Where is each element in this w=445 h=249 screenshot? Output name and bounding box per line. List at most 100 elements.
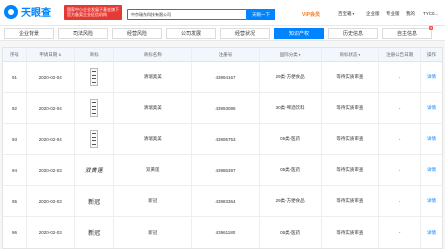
trademark-image[interactable]: 新冠 <box>84 191 104 211</box>
cell-status: 等待实质审查 <box>322 62 380 92</box>
cell-date: 2020-02-03 <box>27 186 75 216</box>
search-box[interactable] <box>127 9 247 20</box>
cell-reg-no: 43994167 <box>192 62 260 92</box>
eye-logo-icon <box>4 4 18 19</box>
cell-pub-date: - <box>379 124 422 154</box>
cell-status: 等待实质审查 <box>322 155 380 185</box>
cell-date: 2020-02-04 <box>27 124 75 154</box>
cell-name: 双黄莲 <box>114 155 193 185</box>
col-header: 注册号 <box>192 48 260 61</box>
cell-index: 95 <box>3 186 27 216</box>
table-row: 92 2020-02-04 清瑞奥美 43993088 30类-啤酒饮料 等待实质审查 - 详… <box>3 93 442 124</box>
section-tabs: 企业背景 司法风险 经营风险 公司发展 经营状况 知识产权 历史信息 自主信息 8 <box>0 26 445 41</box>
cell-class: 29类-方便食品 <box>260 186 322 216</box>
top-header: 天眼查 国家中小企业发展子基金旗下 官方备案企业征信机构 天眼一下 VIP会员 … <box>0 0 445 26</box>
table-header: 序号 申请日期 ⇅ 商标 商标名称 注册号 国际分类 ▾ 商标状态 ▾ 注册公告日期 … <box>3 48 442 62</box>
trademark-image[interactable]: 双黄莲 <box>84 160 104 180</box>
gov-badge: 国家中小企业发展子基金旗下 官方备案企业征信机构 <box>64 5 122 20</box>
chevron-down-icon: ▾ <box>352 12 355 16</box>
tab-development[interactable]: 公司发展 <box>166 28 216 39</box>
table-row: 93 2020-02-04 清瑞奥美 43995753 05类-医药 等待实质审查 - 详情 <box>3 124 442 155</box>
cell-pub-date: - <box>379 155 422 185</box>
nav-pro[interactable]: 专业版 <box>386 11 400 17</box>
cell-status: 等待实质审查 <box>322 186 380 216</box>
search-button[interactable]: 天眼一下 <box>247 9 275 20</box>
detail-link[interactable]: 详情 <box>421 155 442 185</box>
cell-mark <box>75 62 115 92</box>
cell-pub-date: - <box>379 217 422 248</box>
site-logo[interactable]: 天眼查 <box>4 4 51 19</box>
cell-status: 等待实质审查 <box>322 124 380 154</box>
tab-judicial-risk[interactable]: 司法风险 <box>58 28 108 39</box>
nav-mine[interactable]: 我的 <box>406 11 415 17</box>
table-row: 91 2020-02-04 清瑞奥美 43994167 29类-方便食品 等待实质审查 - 详… <box>3 62 442 93</box>
cell-reg-no: 43993088 <box>192 93 260 123</box>
cell-name: 清瑞奥美 <box>114 62 193 92</box>
cell-index: 96 <box>3 217 27 248</box>
cell-name: 清瑞奥美 <box>114 124 193 154</box>
col-header[interactable]: 申请日期 ⇅ <box>27 48 75 61</box>
col-header: 商标 <box>75 48 115 61</box>
cell-date: 2020-02-03 <box>27 217 75 248</box>
cell-mark: 双黄莲 <box>75 155 115 185</box>
col-header: 商标名称 <box>114 48 193 61</box>
tab-ip[interactable]: 知识产权 <box>274 28 324 39</box>
cell-class: 05类-医药 <box>260 124 322 154</box>
cell-index: 93 <box>3 124 27 154</box>
cell-date: 2020-02-03 <box>27 155 75 185</box>
sort-icon: ⇅ <box>58 52 62 57</box>
col-header: 注册公告日期 <box>379 48 422 61</box>
cell-mark: 新冠 <box>75 186 115 216</box>
cell-mark: 新冠 <box>75 217 115 248</box>
nav-tools[interactable]: 百宝箱 ▾ <box>338 11 354 17</box>
search-input[interactable] <box>128 10 246 19</box>
cell-index: 92 <box>3 93 27 123</box>
col-header: 序号 <box>3 48 27 61</box>
cell-name: 清瑞奥美 <box>114 93 193 123</box>
table-row: 96 2020-02-03 新冠 新冠 43961180 05类-医药 等待实质审查 - 详情 <box>3 217 442 248</box>
cell-mark <box>75 124 115 154</box>
tab-background[interactable]: 企业背景 <box>4 28 54 39</box>
chevron-down-icon: ▾ <box>298 52 301 57</box>
detail-link[interactable]: 详情 <box>421 186 442 216</box>
cell-index: 94 <box>3 155 27 185</box>
col-header[interactable]: 商标状态 ▾ <box>322 48 380 61</box>
logo-text: 天眼查 <box>21 8 51 19</box>
detail-link[interactable]: 详情 <box>421 62 442 92</box>
detail-link[interactable]: 详情 <box>421 124 442 154</box>
tab-operating-risk[interactable]: 经营风险 <box>112 28 162 39</box>
vip-link[interactable]: VIP会员 <box>302 11 320 18</box>
tab-operations[interactable]: 经营状况 <box>220 28 270 39</box>
nav-enterprise[interactable]: 企业版 <box>366 11 380 17</box>
cell-reg-no: 43961180 <box>192 217 260 248</box>
cell-class: 30类-啤酒饮料 <box>260 93 322 123</box>
cell-pub-date: - <box>379 93 422 123</box>
detail-link[interactable]: 详情 <box>421 93 442 123</box>
trademark-table: 序号 申请日期 ⇅ 商标 商标名称 注册号 国际分类 ▾ 商标状态 ▾ 注册公告日期 … <box>2 47 443 249</box>
cell-date: 2020-02-04 <box>27 62 75 92</box>
tab-self-info[interactable]: 自主信息 8 <box>382 26 433 39</box>
col-header: 操作 <box>427 51 437 57</box>
cell-status: 等待实质审查 <box>322 217 380 248</box>
cell-status: 等待实质审查 <box>322 93 380 123</box>
trademark-image[interactable] <box>90 130 99 148</box>
tab-history[interactable]: 历史信息 <box>328 28 378 39</box>
cell-reg-no: 43983364 <box>192 186 260 216</box>
cell-pub-date: - <box>379 62 422 92</box>
cell-class: 05类-医药 <box>260 217 322 248</box>
tab-count-badge: 8 <box>429 26 433 30</box>
trademark-image[interactable] <box>90 99 99 117</box>
cell-class: 05类-医药 <box>260 155 322 185</box>
user-name[interactable]: TYC0... <box>423 11 438 16</box>
detail-link[interactable]: 详情 <box>421 217 442 248</box>
cell-date: 2020-02-04 <box>27 93 75 123</box>
chevron-down-icon: ▾ <box>358 52 361 57</box>
table-row: 95 2020-02-03 新冠 新冠 43983364 29类-方便食品 等待实质审查 - 详… <box>3 186 442 217</box>
cell-reg-no: 43995753 <box>192 124 260 154</box>
cell-mark <box>75 93 115 123</box>
trademark-image[interactable] <box>90 68 99 86</box>
col-header[interactable]: 国际分类 ▾ <box>260 48 322 61</box>
cell-index: 91 <box>3 62 27 92</box>
table-body: 91 2020-02-04 清瑞奥美 43994167 29类-方便食品 等待实质审查 - 详… <box>3 62 442 248</box>
cell-class: 29类-方便食品 <box>260 62 322 92</box>
